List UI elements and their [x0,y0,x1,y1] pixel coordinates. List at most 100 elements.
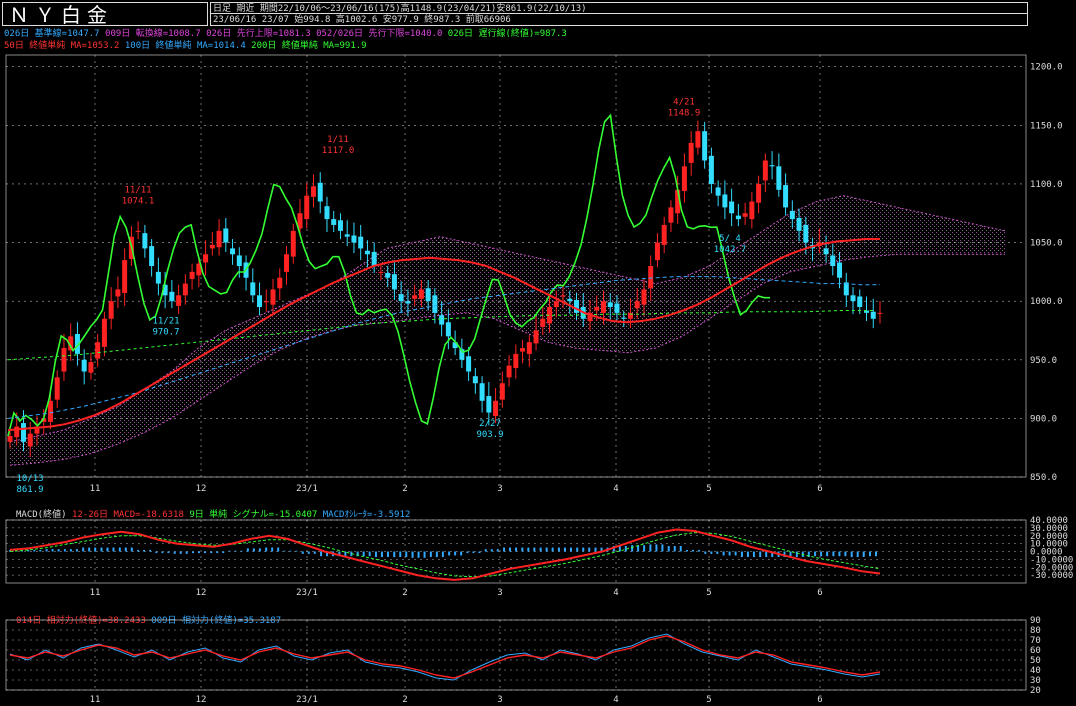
candle-body [155,271,161,284]
annotation-date: 1/11 [327,135,349,145]
annotation-value: 1074.1 [122,196,155,206]
candle-body [506,365,512,378]
candle-body [95,342,101,359]
candle-body [277,277,283,289]
candle-body [600,301,606,313]
candle-body [61,348,67,372]
candle-body [722,194,728,208]
x-tick-label: 5 [706,695,711,705]
candle-body [432,295,438,313]
candle-body [614,303,620,313]
annotation-date: 10/13 [16,474,43,484]
candle-body [776,166,782,190]
candle-body [472,376,478,384]
candle-body [7,435,13,442]
x-tick-label: 6 [817,695,822,705]
x-tick-label: 2 [402,484,407,494]
candle-body [418,289,424,299]
candle-body [533,330,539,344]
candle-body [574,299,580,313]
chart-window: ＮＹ白金 日足 期近 期間22/10/06～23/06/16(175)高1148… [0,0,1076,706]
candle-body [169,291,175,302]
x-tick-label: 5 [706,484,711,494]
rsi-panel-ytick-label: 60 [1030,646,1041,656]
candle-body [540,318,546,327]
annotation-date: 11/11 [124,185,151,195]
price-panel-ytick-label: 1050.0 [1030,239,1063,249]
x-tick-label: 23/1 [296,484,318,494]
candle-body [364,250,370,255]
candle-body [560,295,566,297]
candle-body [182,283,188,296]
candle-body [81,359,87,372]
annotation-date: 11/21 [152,317,179,327]
macd-line [9,528,881,581]
candle-body [486,396,492,413]
x-tick-label: 23/1 [296,588,318,598]
rsi-panel-ytick-label: 30 [1030,676,1041,686]
candle-body [203,254,209,263]
annotation-value: 861.9 [16,485,43,495]
x-tick-label: 11 [90,588,101,598]
candle-body [317,182,323,202]
annotation-date: 2/27 [479,419,501,429]
candle-body [250,282,256,296]
candle-body [823,248,829,255]
x-tick-label: 4 [613,588,618,598]
candle-body [122,260,128,293]
candle-body [149,246,155,266]
candle-body [351,235,357,243]
candle-body [101,318,107,347]
candle-body [466,356,472,372]
annotation-date: 5/ 4 [719,234,741,244]
price-panel-ytick-label: 1000.0 [1030,297,1063,307]
candle-body [681,166,687,191]
x-tick-label: 12 [196,484,207,494]
candle-body [715,187,721,196]
candle-body [641,289,647,305]
candle-body [783,185,789,208]
candle-body [621,317,627,319]
candle-body [553,301,559,308]
candle-body [236,255,242,266]
x-tick-label: 23/1 [296,695,318,705]
candle-body [756,183,762,203]
candle-body [358,236,364,249]
candle-body [324,206,330,220]
price-panel-ytick-label: 1100.0 [1030,180,1063,190]
candle-body [257,295,263,308]
candle-body [526,342,532,354]
rsi-panel-ytick-label: 20 [1030,686,1041,696]
x-tick-label: 3 [497,695,502,705]
annotation-date: 4/21 [673,98,695,108]
candle-body [654,242,660,261]
candle-body [439,315,445,325]
annotation-value: 1117.0 [322,146,355,156]
candle-body [513,353,519,368]
candle-body [870,311,876,319]
annotation-value: 970.7 [152,328,179,338]
candle-body [378,271,384,273]
annotation-value: 1148.9 [668,109,701,119]
macd-panel-ytick-label: -30.0000 [1030,571,1073,581]
x-tick-label: 3 [497,484,502,494]
candle-body [695,131,701,148]
price-panel-ytick-label: 900.0 [1030,414,1057,424]
candle-body [310,186,316,197]
candle-body [661,224,667,245]
candle-body [796,217,802,231]
candle-body [14,426,20,438]
x-tick-label: 11 [90,484,101,494]
candle-body [425,288,431,302]
candle-body [594,307,600,311]
candle-body [331,219,337,225]
candle-body [877,312,883,314]
candle-body [270,289,276,305]
candle-body [391,274,397,290]
candle-body [209,244,215,249]
candle-body [371,251,377,266]
chart-canvas: 1200.0 1150.0 1100.0 1050.0 1000.0 950.0 900.0… [5,54,1073,705]
macd-signal-line [9,532,881,578]
candle-body [607,302,613,308]
candle-body [729,201,735,214]
